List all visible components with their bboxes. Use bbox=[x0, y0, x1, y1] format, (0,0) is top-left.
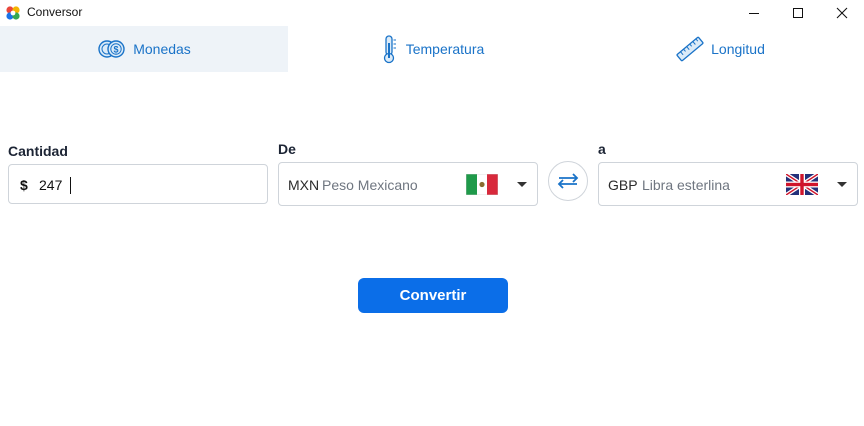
convert-button[interactable]: Convertir bbox=[358, 278, 508, 313]
tab-monedas[interactable]: $ Monedas bbox=[0, 26, 288, 72]
tab-temperatura-label: Temperatura bbox=[405, 41, 485, 57]
maximize-button[interactable] bbox=[776, 0, 820, 26]
to-currency-name: Libra esterlina bbox=[642, 177, 730, 193]
from-currency-code: MXN bbox=[288, 177, 320, 193]
to-currency-select[interactable]: GBP Libra esterlina bbox=[598, 162, 858, 206]
ruler-icon bbox=[676, 36, 704, 62]
uk-flag-icon bbox=[786, 174, 818, 195]
chevron-down-icon bbox=[517, 182, 527, 187]
tab-longitud[interactable]: Longitud bbox=[576, 26, 864, 72]
window-title: Conversor bbox=[27, 5, 83, 19]
from-currency-select[interactable]: MXN Peso Mexicano bbox=[278, 162, 538, 206]
to-currency-code: GBP bbox=[608, 177, 638, 193]
app-logo-icon bbox=[6, 6, 20, 20]
amount-label: Cantidad bbox=[8, 143, 68, 159]
close-icon bbox=[836, 7, 848, 19]
amount-field[interactable]: $ bbox=[8, 164, 268, 204]
close-button[interactable] bbox=[820, 0, 864, 26]
amount-input[interactable] bbox=[39, 174, 259, 196]
thermometer-icon bbox=[383, 35, 396, 64]
tab-temperatura[interactable]: Temperatura bbox=[288, 26, 576, 72]
converter-tabs: $ Monedas Temperatura Longitud bbox=[0, 26, 864, 72]
minimize-button[interactable] bbox=[732, 0, 776, 26]
coins-icon: $ bbox=[98, 40, 125, 58]
currency-symbol: $ bbox=[20, 177, 28, 193]
from-currency-name: Peso Mexicano bbox=[322, 177, 418, 193]
title-bar: Conversor bbox=[0, 0, 864, 26]
text-caret bbox=[70, 177, 71, 194]
minimize-icon bbox=[749, 13, 759, 14]
swap-currencies-button[interactable] bbox=[548, 161, 588, 201]
svg-text:$: $ bbox=[114, 45, 119, 55]
to-currency-label: a bbox=[598, 141, 606, 157]
tab-monedas-label: Monedas bbox=[133, 41, 191, 57]
chevron-down-icon bbox=[837, 182, 847, 187]
mexico-flag-icon bbox=[466, 174, 498, 195]
tab-longitud-label: Longitud bbox=[711, 41, 765, 57]
from-currency-label: De bbox=[278, 141, 296, 157]
swap-arrows-icon bbox=[557, 173, 579, 189]
maximize-icon bbox=[793, 8, 803, 18]
